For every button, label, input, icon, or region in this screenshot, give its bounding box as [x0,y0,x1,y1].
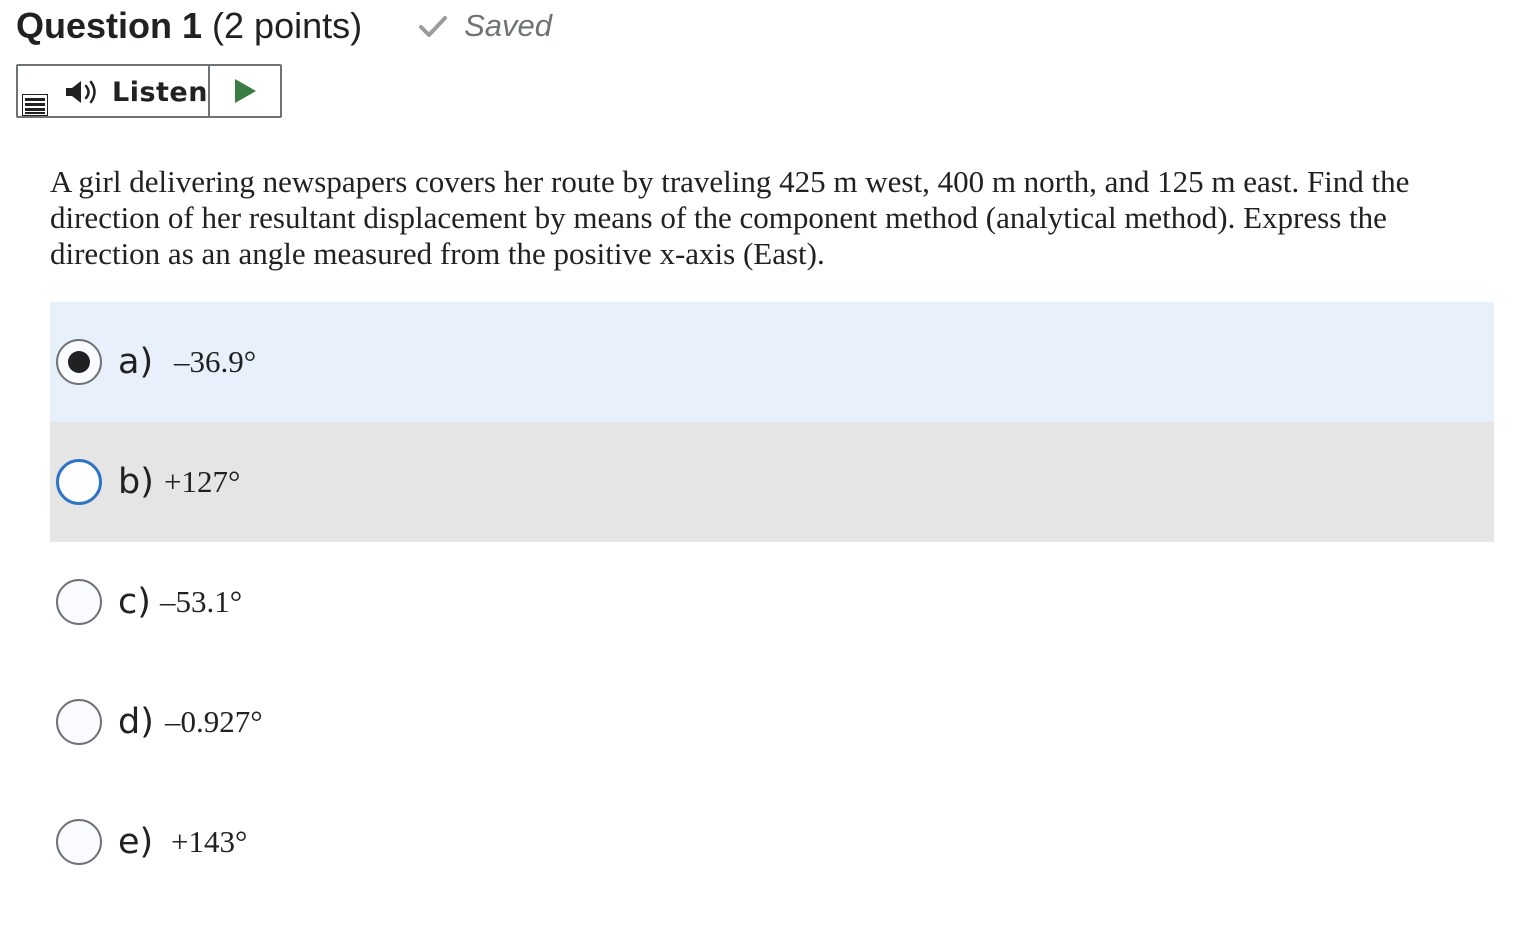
option-a[interactable]: a) –36.9° [50,302,1494,422]
option-value: –53.1° [160,584,243,619]
option-letter: a) [118,342,154,382]
radio-option-d[interactable] [56,699,102,745]
radio-option-a[interactable] [56,339,102,385]
play-icon [235,79,256,103]
speaker-icon [66,80,96,104]
listen-toolbar: Listen [16,64,282,118]
question-text: A girl delivering newspapers covers her … [50,164,1410,271]
option-letter: e) [118,822,154,862]
option-d[interactable]: d) –0.927° [50,662,1494,782]
option-value: +143° [171,824,248,859]
radio-option-e[interactable] [56,819,102,865]
question-title: Question 1 (2 points) [16,5,362,47]
option-value: –36.9° [174,344,257,379]
option-letter: c) [118,582,151,622]
listen-button[interactable]: Listen [18,66,210,116]
check-icon [419,16,448,37]
option-value: –0.927° [165,704,263,739]
play-button[interactable] [210,66,280,116]
question-points: (2 points) [212,5,363,46]
saved-label: Saved [464,8,553,43]
option-value: +127° [164,464,241,499]
radio-option-b[interactable] [56,459,102,505]
question-number: Question 1 [16,5,203,46]
option-b[interactable]: b) +127° [50,422,1494,542]
radio-option-c[interactable] [56,579,102,625]
option-e[interactable]: e) +143° [50,782,1494,902]
question-header: Question 1 (2 points) Saved [16,4,552,48]
option-letter: d) [118,702,154,742]
option-c[interactable]: c) –53.1° [50,542,1494,662]
listen-label: Listen [112,77,208,108]
answer-options: a) –36.9° b) +127° c) –53.1° d) –0.927° … [50,302,1494,902]
menu-icon[interactable] [22,94,48,116]
option-letter: b) [118,462,154,502]
saved-status: Saved [418,8,552,44]
